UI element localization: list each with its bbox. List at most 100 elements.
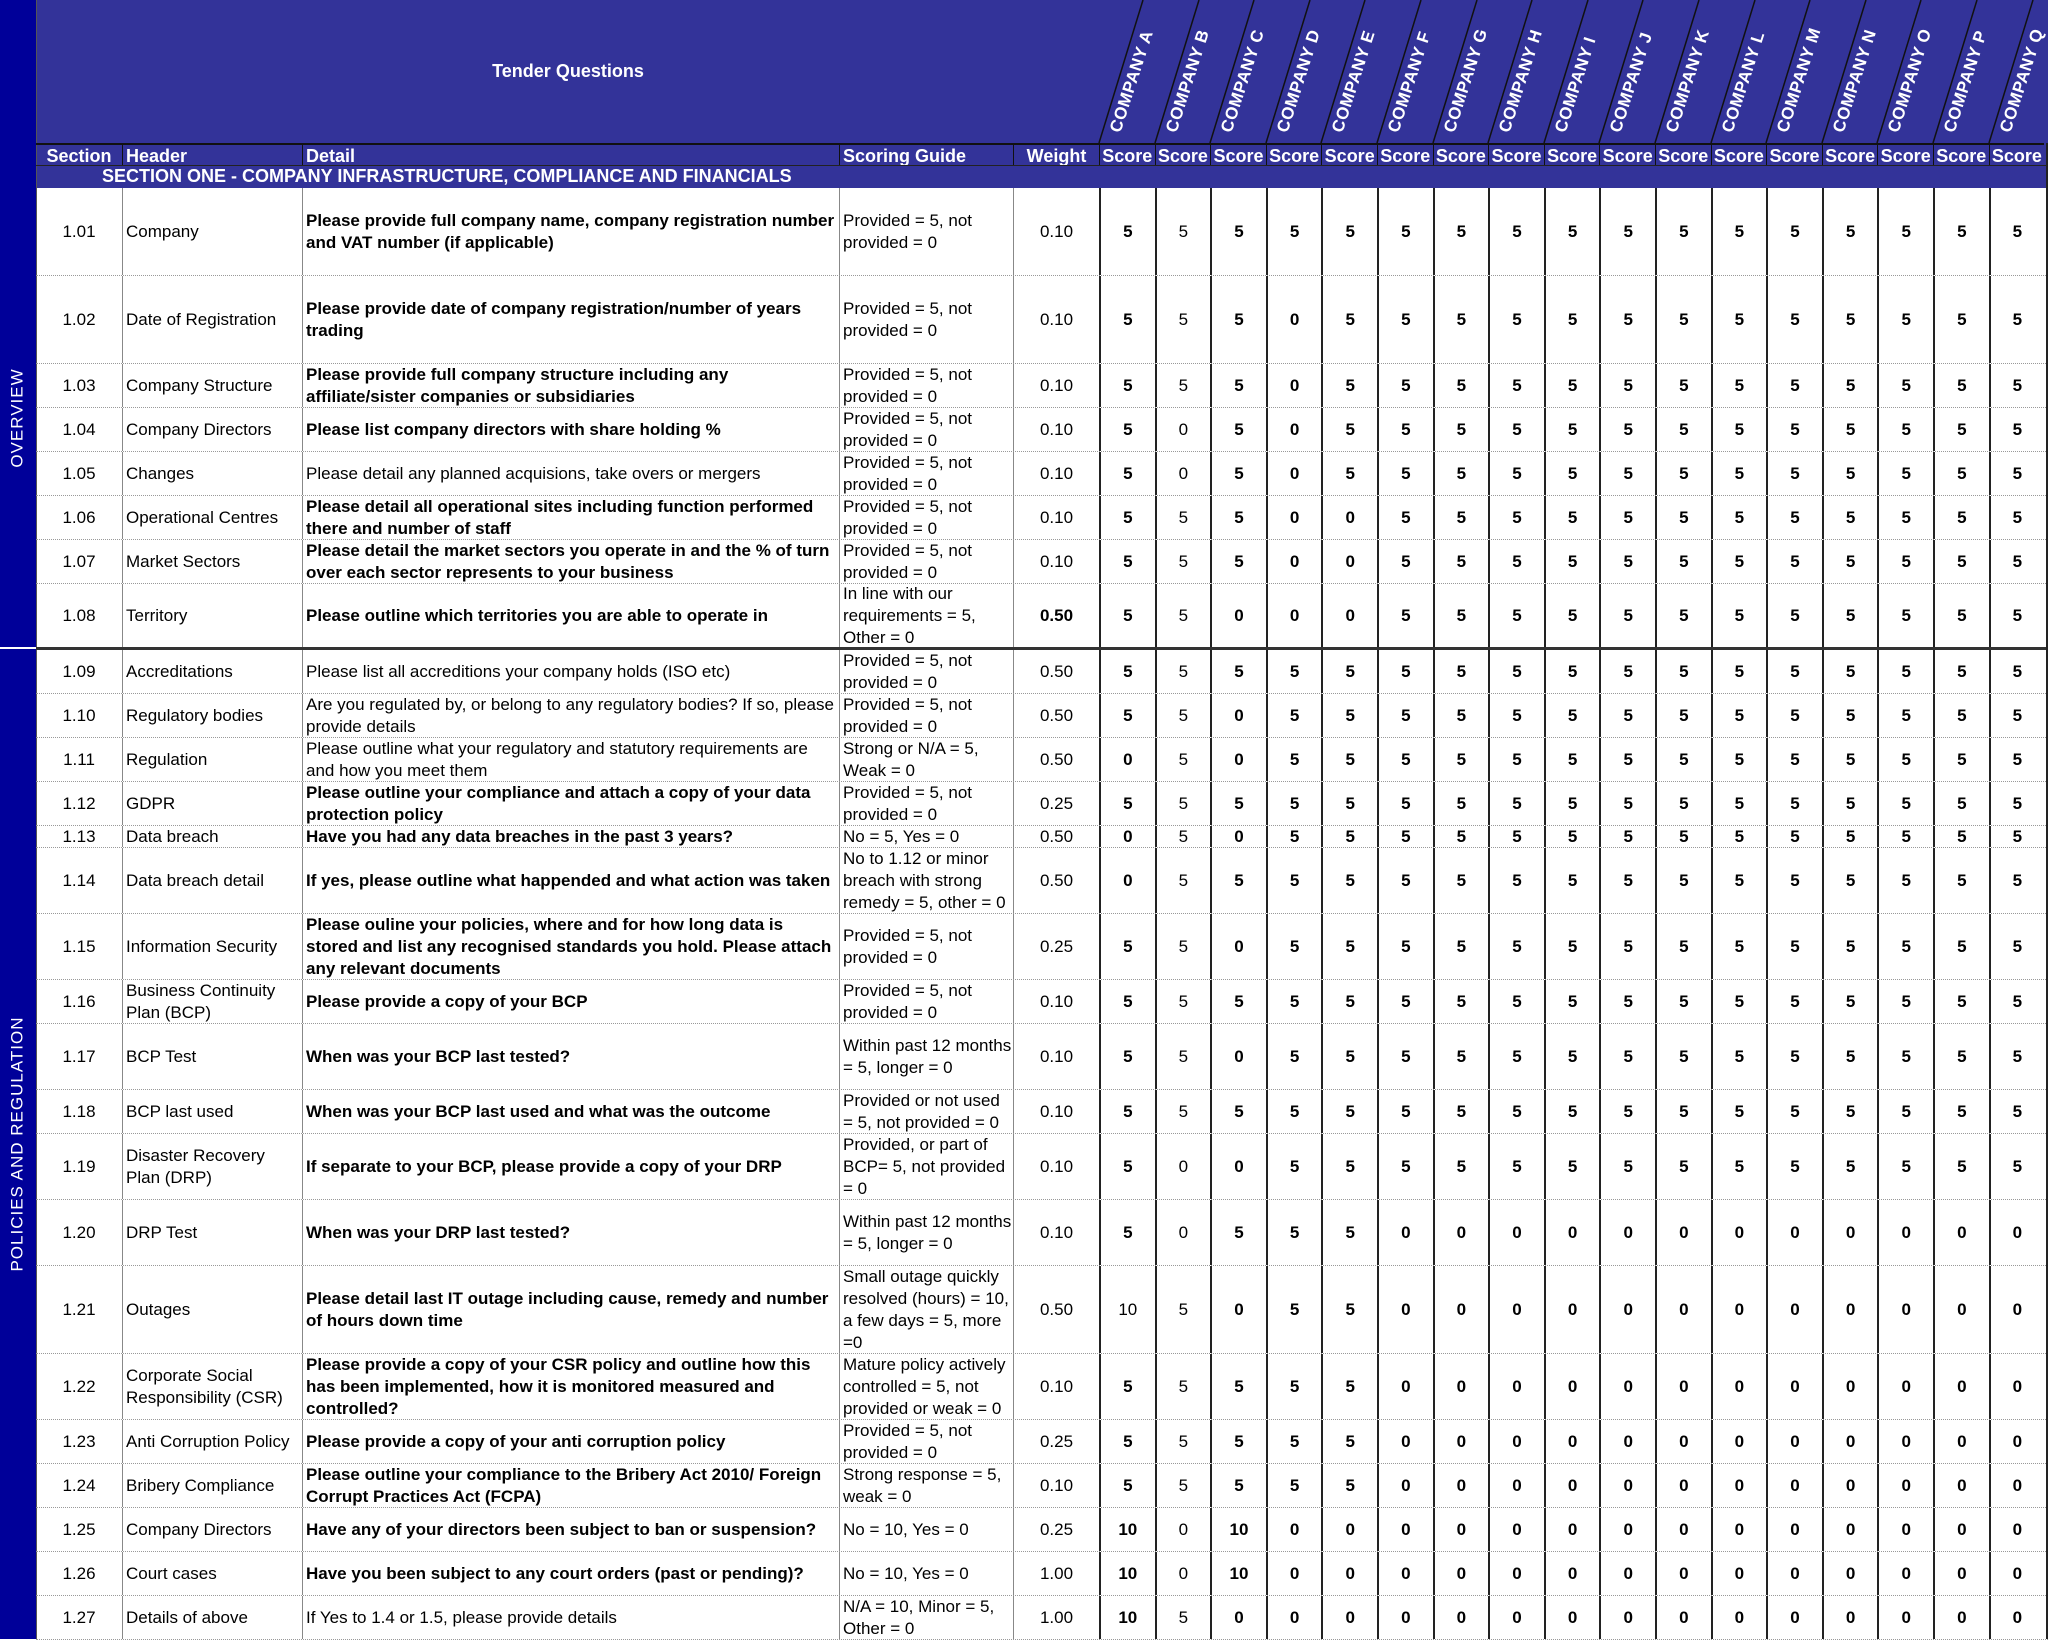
weight-cell[interactable]: 0.50 — [1013, 650, 1099, 693]
score-cell[interactable]: 0 — [1432, 1420, 1489, 1463]
score-header[interactable]: Score — [1599, 143, 1655, 166]
score-cell[interactable]: 5 — [1766, 188, 1822, 275]
score-header[interactable]: Score — [1154, 143, 1211, 166]
score-cell[interactable]: 5 — [1877, 1090, 1933, 1133]
score-cell[interactable]: 5 — [1988, 848, 2045, 913]
score-cell[interactable]: 5 — [1821, 276, 1878, 363]
score-cell[interactable]: 5 — [1432, 584, 1489, 647]
score-cell[interactable]: 5 — [1933, 496, 1989, 539]
detail-cell[interactable]: Please detail all operational sites incl… — [302, 496, 839, 539]
score-cell[interactable]: 5 — [1377, 826, 1433, 847]
score-cell[interactable]: 5 — [1265, 694, 1322, 737]
score-cell[interactable]: 5 — [1710, 650, 1767, 693]
score-cell[interactable]: 0 — [1321, 1552, 1377, 1595]
scoring-guide-cell[interactable]: Within past 12 months = 5, longer = 0 — [839, 1200, 1013, 1265]
header-cell[interactable]: Accreditations — [122, 650, 302, 693]
score-cell[interactable]: 5 — [1377, 782, 1433, 825]
score-header[interactable]: Score — [1321, 143, 1377, 166]
score-cell[interactable]: 5 — [1599, 364, 1655, 407]
score-cell[interactable]: 0 — [1710, 1266, 1767, 1353]
score-cell[interactable]: 0 — [1599, 1596, 1655, 1639]
score-cell[interactable]: 5 — [1655, 496, 1711, 539]
score-cell[interactable]: 5 — [1766, 782, 1822, 825]
company-header[interactable]: COMPANY N — [1821, 0, 1880, 144]
score-cell[interactable]: 5 — [1543, 540, 1600, 583]
score-cell[interactable]: 5 — [1154, 782, 1211, 825]
score-cell[interactable]: 5 — [1877, 782, 1933, 825]
header-cell[interactable]: Operational Centres — [122, 496, 302, 539]
score-cell[interactable]: 0 — [1933, 1266, 1989, 1353]
score-cell[interactable]: 5 — [1933, 782, 1989, 825]
score-cell[interactable]: 0 — [1877, 1552, 1933, 1595]
score-cell[interactable]: 5 — [1265, 738, 1322, 781]
score-cell[interactable]: 5 — [1321, 738, 1377, 781]
detail-cell[interactable]: When was your BCP last tested? — [302, 1024, 839, 1089]
score-cell[interactable]: 0 — [1543, 1508, 1600, 1551]
weight-cell[interactable]: 0.25 — [1013, 1420, 1099, 1463]
score-cell[interactable]: 0 — [1988, 1464, 2045, 1507]
company-header[interactable]: COMPANY L — [1709, 0, 1768, 144]
score-cell[interactable]: 5 — [1933, 364, 1989, 407]
score-cell[interactable]: 5 — [1988, 496, 2045, 539]
score-cell[interactable]: 5 — [1821, 584, 1878, 647]
score-cell[interactable]: 0 — [1766, 1420, 1822, 1463]
score-cell[interactable]: 0 — [1377, 1508, 1433, 1551]
section-number-cell[interactable]: 1.27 — [36, 1596, 122, 1639]
detail-cell[interactable]: Please provide a copy of your CSR policy… — [302, 1354, 839, 1419]
score-cell[interactable]: 5 — [1210, 1354, 1266, 1419]
score-cell[interactable]: 10 — [1210, 1508, 1266, 1551]
score-cell[interactable]: 5 — [1154, 914, 1211, 979]
weight-cell[interactable]: 0.10 — [1013, 540, 1099, 583]
score-cell[interactable]: 5 — [1099, 694, 1155, 737]
score-cell[interactable]: 5 — [1543, 452, 1600, 495]
score-cell[interactable]: 5 — [1710, 496, 1767, 539]
score-cell[interactable]: 0 — [1154, 1134, 1211, 1199]
score-cell[interactable]: 5 — [1766, 1134, 1822, 1199]
scoring-guide-cell[interactable]: Small outage quickly resolved (hours) = … — [839, 1266, 1013, 1353]
score-cell[interactable]: 5 — [1488, 738, 1544, 781]
score-cell[interactable]: 5 — [1210, 782, 1266, 825]
score-header[interactable]: Score — [1933, 143, 1989, 166]
score-cell[interactable]: 5 — [1543, 738, 1600, 781]
score-cell[interactable]: 5 — [1377, 408, 1433, 451]
section-number-cell[interactable]: 1.03 — [36, 364, 122, 407]
score-cell[interactable]: 5 — [1710, 1024, 1767, 1089]
section-number-cell[interactable]: 1.10 — [36, 694, 122, 737]
scoring-guide-cell[interactable]: Provided = 5, not provided = 0 — [839, 782, 1013, 825]
score-cell[interactable]: 0 — [1377, 1596, 1433, 1639]
scoring-guide-cell[interactable]: Provided = 5, not provided = 0 — [839, 914, 1013, 979]
section-number-cell[interactable]: 1.05 — [36, 452, 122, 495]
score-cell[interactable]: 0 — [1432, 1266, 1489, 1353]
score-cell[interactable]: 5 — [1099, 364, 1155, 407]
score-cell[interactable]: 5 — [1488, 980, 1544, 1023]
score-cell[interactable]: 0 — [1933, 1596, 1989, 1639]
score-cell[interactable]: 0 — [1766, 1464, 1822, 1507]
company-header[interactable]: COMPANY A — [1098, 0, 1157, 144]
score-cell[interactable]: 5 — [1766, 584, 1822, 647]
weight-cell[interactable]: 0.50 — [1013, 826, 1099, 847]
section-number-cell[interactable]: 1.14 — [36, 848, 122, 913]
score-cell[interactable]: 5 — [1877, 914, 1933, 979]
score-cell[interactable]: 5 — [1099, 1134, 1155, 1199]
score-cell[interactable]: 5 — [1933, 584, 1989, 647]
score-cell[interactable]: 0 — [1432, 1508, 1489, 1551]
score-cell[interactable]: 10 — [1099, 1596, 1155, 1639]
score-cell[interactable]: 0 — [1377, 1266, 1433, 1353]
header-cell[interactable]: Regulation — [122, 738, 302, 781]
weight-cell[interactable]: 0.10 — [1013, 1354, 1099, 1419]
score-header[interactable]: Score — [1877, 143, 1933, 166]
score-cell[interactable]: 5 — [1432, 914, 1489, 979]
score-cell[interactable]: 5 — [1988, 452, 2045, 495]
score-cell[interactable]: 0 — [1655, 1552, 1711, 1595]
score-cell[interactable]: 5 — [1710, 782, 1767, 825]
score-cell[interactable]: 5 — [1655, 452, 1711, 495]
score-cell[interactable]: 0 — [1265, 452, 1322, 495]
detail-cell[interactable]: If yes, please outline what happended an… — [302, 848, 839, 913]
score-cell[interactable]: 0 — [1432, 1596, 1489, 1639]
score-cell[interactable]: 0 — [1154, 452, 1211, 495]
score-cell[interactable]: 0 — [1599, 1200, 1655, 1265]
score-cell[interactable]: 0 — [1599, 1266, 1655, 1353]
score-cell[interactable]: 5 — [1821, 914, 1878, 979]
score-cell[interactable]: 5 — [1933, 1090, 1989, 1133]
score-cell[interactable]: 5 — [1710, 1134, 1767, 1199]
